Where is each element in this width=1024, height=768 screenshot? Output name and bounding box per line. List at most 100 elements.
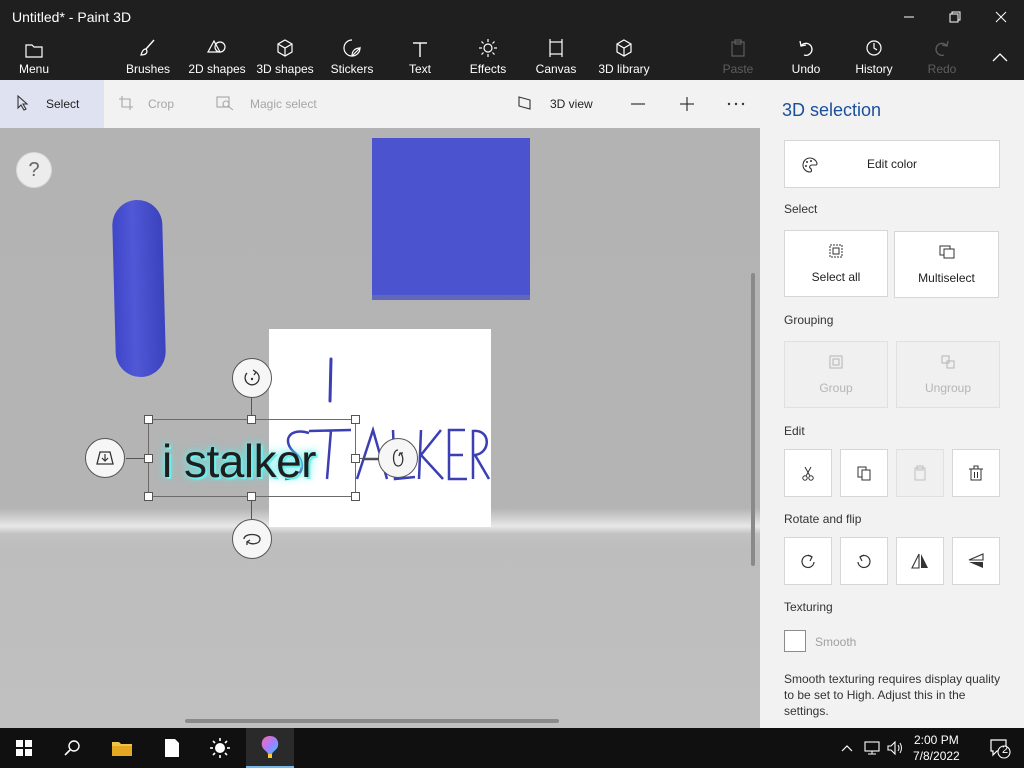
rotate-left-button[interactable] xyxy=(784,537,832,585)
paste-button[interactable]: Paste xyxy=(720,34,756,80)
flip-horizontal-button[interactable] xyxy=(896,537,944,585)
view-3d-button[interactable]: 3D view xyxy=(516,80,602,128)
resize-handle-bottom[interactable] xyxy=(247,492,256,501)
select-tool-button[interactable]: Select xyxy=(0,80,104,128)
edit-color-button[interactable]: Edit color xyxy=(784,140,1000,188)
select-all-label: Select all xyxy=(811,270,861,284)
maximize-button[interactable] xyxy=(932,0,978,34)
effects-button[interactable]: Effects xyxy=(468,34,508,80)
zoom-in-button[interactable] xyxy=(679,80,699,128)
more-options-button[interactable] xyxy=(727,80,747,128)
notepad-button[interactable] xyxy=(148,728,196,768)
search-button[interactable] xyxy=(48,728,96,768)
library-icon xyxy=(614,34,634,58)
multiselect-icon xyxy=(938,244,956,263)
depth-gizmo[interactable] xyxy=(85,438,125,478)
rotate-x-gizmo[interactable] xyxy=(232,358,272,398)
weather-button[interactable] xyxy=(196,728,244,768)
sun-icon xyxy=(478,34,498,58)
help-button[interactable]: ? xyxy=(16,152,52,188)
resize-handle-top-right[interactable] xyxy=(351,415,360,424)
close-icon xyxy=(995,11,1007,23)
copy-button[interactable] xyxy=(840,449,888,497)
volume-button[interactable] xyxy=(884,728,908,768)
windows-icon xyxy=(16,740,32,756)
canvas-area[interactable]: ? i stalker xyxy=(0,128,760,728)
brushes-button[interactable]: Brushes xyxy=(122,34,174,80)
crop-tool-button[interactable]: Crop xyxy=(118,80,198,128)
rotate-right-button[interactable] xyxy=(840,537,888,585)
flip-horizontal-icon xyxy=(911,553,928,569)
history-icon xyxy=(864,34,884,58)
file-explorer-button[interactable] xyxy=(98,728,146,768)
selection-box[interactable] xyxy=(148,419,356,497)
library-3d-button[interactable]: 3D library xyxy=(596,34,652,80)
text-button[interactable]: Text xyxy=(402,34,438,80)
magic-select-button[interactable]: Magic select xyxy=(216,80,326,128)
resize-handle-top[interactable] xyxy=(247,415,256,424)
select-all-button[interactable]: Select all xyxy=(784,230,888,297)
resize-handle-bottom-left[interactable] xyxy=(144,492,153,501)
resize-handle-bottom-right[interactable] xyxy=(351,492,360,501)
show-hidden-icons-button[interactable] xyxy=(836,728,858,768)
shapes-2d-button[interactable]: 2D shapes xyxy=(186,34,248,80)
horizontal-scrollbar[interactable] xyxy=(185,719,559,723)
canvas-button[interactable]: Canvas xyxy=(534,34,578,80)
action-center-button[interactable]: 2 xyxy=(976,728,1024,768)
stickers-button[interactable]: Stickers xyxy=(328,34,376,80)
selection-panel: 3D selection Edit color Select Select al… xyxy=(760,80,1024,728)
redo-button[interactable]: Redo xyxy=(924,34,960,80)
folder-icon xyxy=(112,742,132,756)
capsule-3d-object[interactable] xyxy=(111,199,167,378)
menu-button[interactable]: Menu xyxy=(14,34,54,80)
close-button[interactable] xyxy=(978,0,1024,34)
rotate-y-gizmo[interactable] xyxy=(378,438,418,478)
brush-icon xyxy=(138,34,158,58)
flip-vertical-button[interactable] xyxy=(952,537,1000,585)
smooth-checkbox[interactable] xyxy=(784,630,806,652)
paint-3d-taskbar-button[interactable] xyxy=(246,728,294,768)
stickers-label: Stickers xyxy=(330,62,374,76)
multiselect-button[interactable]: Multiselect xyxy=(894,231,999,298)
cube-icon xyxy=(275,34,295,58)
chevron-up-icon xyxy=(841,745,853,752)
resize-handle-left[interactable] xyxy=(144,454,153,463)
collapse-ribbon-button[interactable] xyxy=(988,34,1012,80)
undo-icon xyxy=(796,34,816,58)
folder-icon xyxy=(25,34,43,58)
ungroup-button[interactable]: Ungroup xyxy=(896,341,1000,408)
history-button[interactable]: History xyxy=(852,34,896,80)
select-label: Select xyxy=(46,97,80,111)
paint-3d-icon xyxy=(261,736,279,758)
cube-3d-object[interactable] xyxy=(372,138,530,300)
shapes-3d-label: 3D shapes xyxy=(256,62,314,76)
tool-bar: Select Crop Magic select 3D view xyxy=(0,80,760,128)
zoom-out-button[interactable] xyxy=(630,80,650,128)
resize-handle-right[interactable] xyxy=(351,454,360,463)
scissors-icon xyxy=(802,466,814,481)
history-label: History xyxy=(855,62,893,76)
shapes-3d-button[interactable]: 3D shapes xyxy=(254,34,316,80)
delete-button[interactable] xyxy=(952,449,1000,497)
resize-handle-top-left[interactable] xyxy=(144,415,153,424)
magic-select-icon xyxy=(216,95,236,114)
cut-button[interactable] xyxy=(784,449,832,497)
canvas-icon xyxy=(546,34,566,58)
text-label: Text xyxy=(408,62,431,76)
grouping-section-label: Grouping xyxy=(784,313,834,327)
rotate-z-gizmo[interactable] xyxy=(232,519,272,559)
paste-icon xyxy=(729,34,747,58)
network-button[interactable] xyxy=(860,728,884,768)
start-button[interactable] xyxy=(0,728,48,768)
smooth-note: Smooth texturing requires display qualit… xyxy=(784,672,1001,718)
group-button[interactable]: Group xyxy=(784,341,888,408)
vertical-scrollbar[interactable] xyxy=(751,273,755,566)
paste-panel-button[interactable] xyxy=(896,449,944,497)
panel-title: 3D selection xyxy=(782,100,882,120)
taskbar-clock[interactable]: 2:00 PM 7/8/2022 xyxy=(913,732,960,764)
undo-button[interactable]: Undo xyxy=(788,34,824,80)
minimize-button[interactable] xyxy=(886,0,932,34)
minimize-icon xyxy=(904,16,914,18)
chevron-up-icon xyxy=(992,53,1008,62)
view-3d-label: 3D view xyxy=(550,97,593,111)
